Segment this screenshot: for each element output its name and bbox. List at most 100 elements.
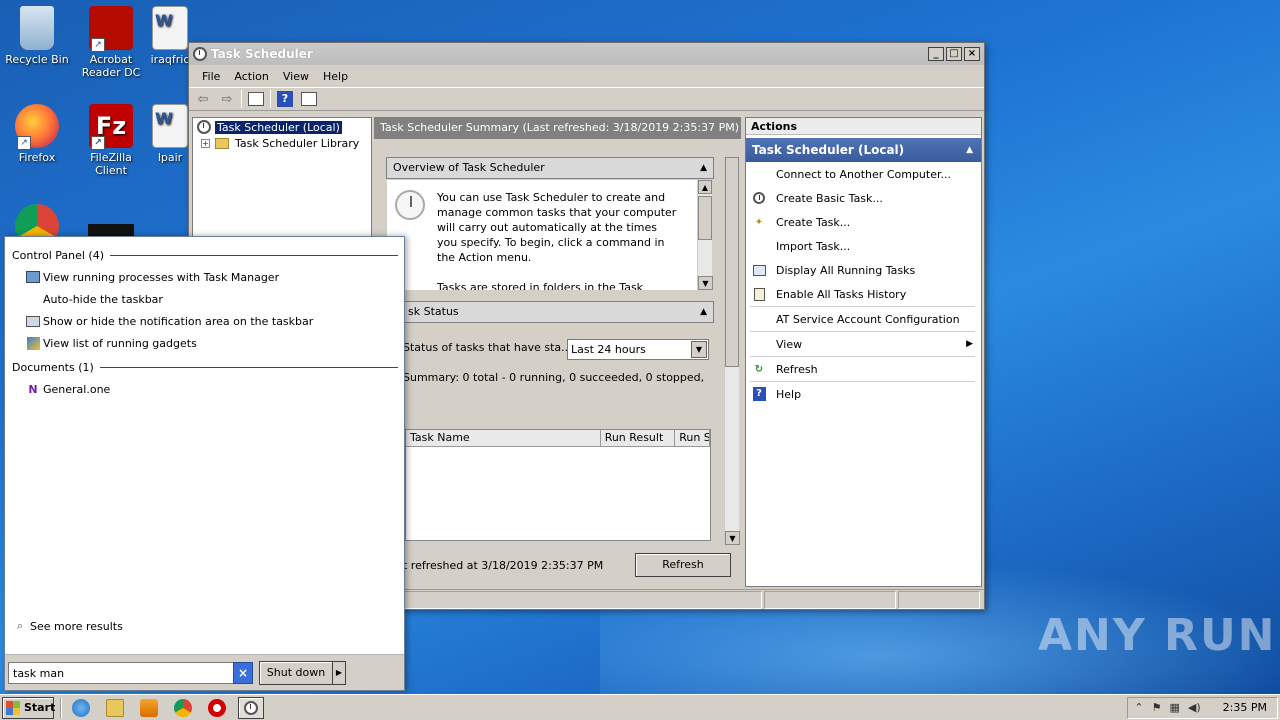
- internet-explorer-icon[interactable]: [72, 698, 90, 717]
- group-header-label: Documents (1): [12, 360, 94, 374]
- status-section-header[interactable]: sk Status ▲: [401, 301, 714, 323]
- tree-item-library[interactable]: + Task Scheduler Library: [193, 135, 371, 151]
- blank-icon: [25, 291, 41, 307]
- close-button[interactable]: ×: [964, 47, 980, 61]
- scroll-thumb[interactable]: [725, 157, 739, 367]
- show-hide-tree-icon[interactable]: [246, 90, 266, 108]
- action-view[interactable]: View ▶: [746, 332, 981, 356]
- action-create-task[interactable]: ✦ Create Task...: [746, 210, 981, 234]
- blank-icon: [752, 239, 766, 253]
- action-display-running-tasks[interactable]: Display All Running Tasks: [746, 258, 981, 282]
- control-panel-header[interactable]: Control Panel (4): [12, 247, 398, 263]
- action-create-basic-task[interactable]: Create Basic Task...: [746, 186, 981, 210]
- menu-file[interactable]: File: [195, 70, 227, 83]
- collapse-icon[interactable]: ▲: [700, 158, 707, 178]
- refresh-button[interactable]: Refresh: [635, 553, 731, 577]
- column-run-result[interactable]: Run Result: [601, 430, 676, 446]
- back-arrow-icon[interactable]: ⇦: [193, 90, 213, 108]
- clear-search-icon[interactable]: ×: [233, 662, 253, 684]
- action-refresh[interactable]: ↻ Refresh: [746, 357, 981, 381]
- show-hidden-icons-icon[interactable]: ⌃: [1134, 701, 1143, 714]
- chevron-down-icon[interactable]: ▼: [691, 341, 707, 358]
- start-menu[interactable]: Control Panel (4) View running processes…: [4, 236, 405, 691]
- maximize-button[interactable]: □: [946, 47, 962, 61]
- status-filter-select[interactable]: Last 24 hours ▼: [567, 339, 709, 360]
- explorer-folder-icon[interactable]: [106, 698, 124, 717]
- desktop-icon-label: Recycle Bin: [5, 53, 69, 66]
- tree-item-root[interactable]: Task Scheduler (Local): [193, 119, 371, 135]
- action-label: View: [776, 337, 803, 351]
- opera-icon[interactable]: [208, 698, 226, 717]
- see-more-results-link[interactable]: ⌕ See more results: [12, 616, 123, 636]
- actions-title: Actions: [746, 118, 981, 135]
- summary-header: Task Scheduler Summary (Last refreshed: …: [374, 117, 741, 139]
- scroll-down-icon[interactable]: ▼: [725, 531, 740, 545]
- create-basic-task-icon: [752, 191, 766, 205]
- column-run-start[interactable]: Run S: [675, 430, 710, 446]
- toolbar-separator: [241, 90, 242, 108]
- system-tray: ⌃ ⚑ ▦ ◀) 2:35 PM: [1127, 696, 1278, 719]
- overview-body: You can use Task Scheduler to create and…: [387, 180, 697, 290]
- start-menu-footer: × Shut down ▶: [5, 654, 404, 690]
- desktop-icon-iraqfric[interactable]: W iraqfric: [150, 6, 190, 66]
- gadgets-icon: [25, 335, 41, 351]
- result-notification-area[interactable]: Show or hide the notification area on th…: [25, 311, 313, 331]
- overview-text-continued: Tasks are stored in folders in the Task: [437, 281, 644, 290]
- help-icon[interactable]: ?: [275, 90, 295, 108]
- task-status-grid[interactable]: Task Name Run Result Run S: [405, 429, 711, 541]
- result-auto-hide-taskbar[interactable]: Auto-hide the taskbar: [25, 289, 163, 309]
- action-enable-history[interactable]: Enable All Tasks History: [746, 282, 981, 306]
- action-connect-computer[interactable]: Connect to Another Computer...: [746, 162, 981, 186]
- clock-icon: [244, 700, 258, 715]
- menu-view[interactable]: View: [276, 70, 316, 83]
- desktop-icon-lpair[interactable]: W lpair: [150, 104, 190, 164]
- actions-group-header[interactable]: Task Scheduler (Local) ▲: [746, 138, 981, 162]
- minimize-button[interactable]: _: [928, 47, 944, 61]
- overview-section-header[interactable]: Overview of Task Scheduler ▲: [386, 157, 714, 179]
- desktop-icon-filezilla[interactable]: Fz ↗ FileZilla Client: [74, 104, 148, 177]
- result-task-manager[interactable]: View running processes with Task Manager: [25, 267, 279, 287]
- overview-scrollbar[interactable]: ▲ ▼: [697, 180, 713, 290]
- summary-scrollbar[interactable]: ▼: [724, 157, 740, 545]
- scroll-up-icon[interactable]: ▲: [698, 180, 712, 194]
- windows-logo-icon: [6, 700, 20, 715]
- action-import-task[interactable]: Import Task...: [746, 234, 981, 258]
- menu-help[interactable]: Help: [316, 70, 355, 83]
- action-center-flag-icon[interactable]: ⚑: [1152, 701, 1162, 714]
- scroll-down-icon[interactable]: ▼: [698, 276, 713, 290]
- menu-action[interactable]: Action: [227, 70, 275, 83]
- shutdown-options-arrow-icon[interactable]: ▶: [332, 661, 346, 685]
- action-label: Connect to Another Computer...: [776, 167, 951, 181]
- action-at-service-config[interactable]: AT Service Account Configuration: [746, 307, 981, 331]
- help-icon: ?: [752, 387, 766, 401]
- expand-icon[interactable]: +: [201, 138, 210, 148]
- forward-arrow-icon[interactable]: ⇨: [217, 90, 237, 108]
- toolbar: ⇦ ⇨ ?: [189, 87, 984, 111]
- desktop-icon-acrobat[interactable]: ↗ Acrobat Reader DC: [74, 6, 148, 79]
- desktop-icon-recycle-bin[interactable]: Recycle Bin: [0, 6, 74, 66]
- documents-header[interactable]: Documents (1): [12, 359, 398, 375]
- title-bar[interactable]: Task Scheduler _ □ ×: [189, 43, 984, 65]
- create-task-icon: ✦: [754, 216, 764, 228]
- taskbar-task-scheduler[interactable]: [238, 696, 264, 719]
- chrome-icon[interactable]: [174, 698, 192, 717]
- collapse-icon[interactable]: ▲: [966, 138, 973, 162]
- notification-area-icon: [25, 313, 41, 329]
- menu-bar: File Action View Help: [189, 65, 984, 87]
- collapse-icon[interactable]: ▲: [700, 302, 707, 322]
- network-icon[interactable]: ▦: [1170, 701, 1180, 714]
- desktop-icon-firefox[interactable]: ↗ Firefox: [0, 104, 74, 164]
- scroll-thumb[interactable]: [698, 196, 712, 240]
- result-general-one[interactable]: N General.one: [25, 379, 110, 399]
- action-help[interactable]: ? Help: [746, 382, 981, 406]
- search-input[interactable]: [8, 662, 234, 684]
- media-player-icon[interactable]: [140, 698, 158, 717]
- column-task-name[interactable]: Task Name: [406, 430, 601, 446]
- task-manager-icon: [25, 269, 41, 285]
- clock-time[interactable]: 2:35 PM: [1223, 701, 1267, 714]
- result-running-gadgets[interactable]: View list of running gadgets: [25, 333, 197, 353]
- show-hide-action-pane-icon[interactable]: [299, 90, 319, 108]
- shutdown-button[interactable]: Shut down: [259, 661, 333, 685]
- volume-icon[interactable]: ◀): [1188, 701, 1201, 714]
- start-button[interactable]: Start: [2, 696, 55, 719]
